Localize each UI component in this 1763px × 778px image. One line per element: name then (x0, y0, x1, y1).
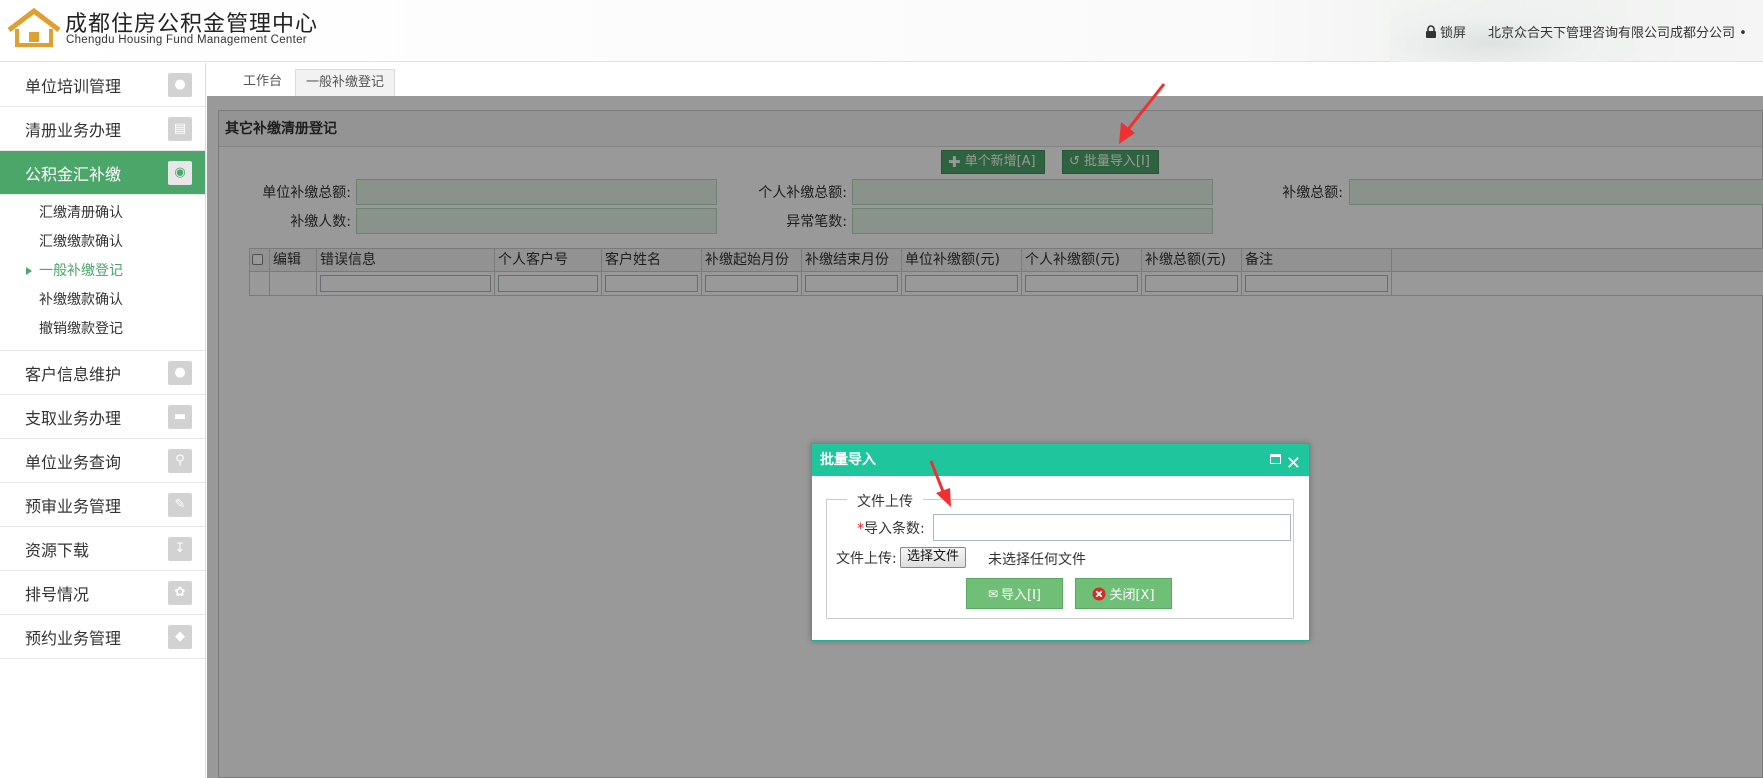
fieldset-legend: 文件上传 (847, 491, 923, 511)
app-header: 成都住房公积金管理中心 Chengdu Housing Fund Managem… (0, 0, 1763, 62)
tab-workbench[interactable]: 工作台 (233, 69, 292, 96)
sidebar: 单位培训管理 ● 清册业务办理 ▤ 公积金汇补缴 ◉ 汇缴清册确认 汇缴缴款确认… (0, 63, 206, 778)
modal-overlay (207, 96, 1763, 778)
import-button-label: 导入[I] (1001, 588, 1042, 603)
sidebar-item-label: 资源下载 (25, 540, 90, 560)
close-circle-icon (1092, 587, 1106, 600)
edit-icon: ✎ (168, 492, 192, 517)
import-count-text: 导入条数: (864, 521, 925, 537)
search-icon: ⚲ (168, 448, 192, 473)
brand-subtitle: Chengdu Housing Fund Management Center (66, 34, 307, 46)
submenu-item-supplement-confirm[interactable]: 补缴缴款确认 (0, 286, 205, 315)
sidebar-item-customer[interactable]: 客户信息维护 ● (0, 351, 205, 395)
dialog-title: 批量导入 (820, 452, 876, 468)
file-upload-label: 文件上传: (836, 551, 897, 567)
sidebar-item-label: 支取业务办理 (25, 408, 122, 428)
sidebar-item-training[interactable]: 单位培训管理 ● (0, 63, 205, 107)
sidebar-item-label: 预约业务管理 (25, 628, 122, 648)
submenu-item-cancel-payment[interactable]: 撤销缴款登记 (0, 315, 205, 344)
file-upload-fieldset: 文件上传 *导入条数: 文件上传: 选择文件 未选择任何文件 ✉ 导入[I] 关… (826, 491, 1294, 619)
sidebar-item-queue[interactable]: 排号情况 ✿ (0, 571, 205, 615)
import-count-input[interactable] (933, 514, 1291, 541)
tab-bar: 工作台 一般补缴登记 (207, 63, 1763, 96)
sidebar-submenu: 汇缴清册确认 汇缴缴款确认 一般补缴登记 补缴缴款确认 撤销缴款登记 (0, 195, 205, 351)
required-mark: * (857, 521, 864, 537)
sidebar-item-label: 单位培训管理 (25, 76, 122, 96)
document-icon: ▤ (168, 116, 192, 141)
sidebar-item-pre-review[interactable]: 预审业务管理 ✎ (0, 483, 205, 527)
lock-screen-label: 锁屏 (1440, 26, 1467, 41)
sidebar-item-supplement[interactable]: 公积金汇补缴 ◉ (0, 151, 205, 195)
submenu-item-roster-confirm[interactable]: 汇缴清册确认 (0, 199, 205, 228)
logo-icon (7, 8, 61, 47)
sidebar-item-label: 排号情况 (25, 584, 90, 604)
sidebar-item-label: 清册业务办理 (25, 120, 122, 140)
card-icon: ▬ (168, 404, 192, 429)
maximize-icon[interactable] (1270, 454, 1281, 464)
sidebar-item-download[interactable]: 资源下载 ↧ (0, 527, 205, 571)
sidebar-item-label: 客户信息维护 (25, 364, 122, 384)
company-name: 北京众合天下管理咨询有限公司成都分公司 • (1488, 26, 1747, 41)
sidebar-item-label: 单位业务查询 (25, 452, 122, 472)
user-icon: ● (168, 360, 192, 385)
close-button[interactable]: 关闭[X] (1075, 578, 1172, 609)
sidebar-item-label: 预审业务管理 (25, 496, 122, 516)
sidebar-item-appointment[interactable]: 预约业务管理 ◆ (0, 615, 205, 659)
import-count-label: *导入条数: (857, 518, 925, 538)
lock-icon (1426, 25, 1436, 38)
chat-icon: ● (168, 72, 192, 97)
envelope-icon: ✉ (987, 586, 999, 601)
money-icon: ◉ (168, 160, 192, 185)
lock-screen-button[interactable]: 锁屏 (1425, 22, 1466, 41)
download-icon: ↧ (168, 536, 192, 561)
tag-icon: ◆ (168, 624, 192, 649)
batch-import-dialog: 批量导入 ✕ 文件上传 *导入条数: 文件上传: 选择文件 未选择任何文件 ✉ … (811, 443, 1310, 641)
submenu-item-general-supplement[interactable]: 一般补缴登记 (0, 257, 205, 286)
close-button-label: 关闭[X] (1109, 588, 1155, 603)
dialog-header: 批量导入 ✕ (812, 444, 1309, 476)
import-button[interactable]: ✉ 导入[I] (966, 578, 1063, 609)
sidebar-item-roster[interactable]: 清册业务办理 ▤ (0, 107, 205, 151)
sidebar-item-withdraw[interactable]: 支取业务办理 ▬ (0, 395, 205, 439)
submenu-item-payment-confirm[interactable]: 汇缴缴款确认 (0, 228, 205, 257)
close-icon[interactable]: ✕ (1286, 448, 1301, 480)
leaf-icon: ✿ (168, 580, 192, 605)
choose-file-button[interactable]: 选择文件 (900, 547, 967, 568)
sidebar-item-query[interactable]: 单位业务查询 ⚲ (0, 439, 205, 483)
tab-general-supplement[interactable]: 一般补缴登记 (295, 69, 396, 96)
sidebar-item-label: 公积金汇补缴 (25, 164, 122, 184)
no-file-text: 未选择任何文件 (988, 552, 1086, 568)
